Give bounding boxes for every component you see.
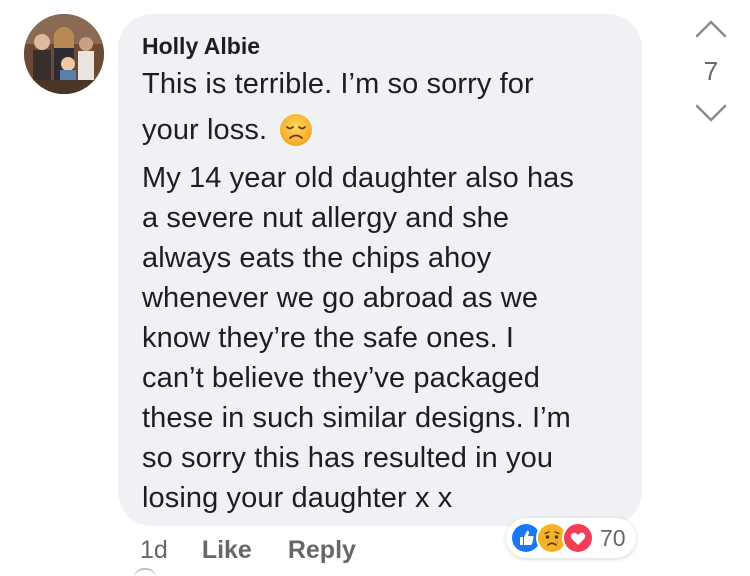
comment-bubble: Holly Albie This is terrible. I’m so sor… bbox=[118, 14, 642, 526]
comment-line: My 14 year old daughter also has bbox=[142, 162, 575, 194]
comment-line: your loss. bbox=[142, 114, 268, 146]
comment-line: whenever we go abroad as we bbox=[142, 282, 539, 314]
reply-button[interactable]: Reply bbox=[288, 536, 356, 565]
vote-count: 7 bbox=[703, 56, 719, 86]
reaction-count: 70 bbox=[600, 524, 626, 551]
like-button[interactable]: Like bbox=[202, 536, 252, 565]
avatar-photo bbox=[24, 14, 104, 94]
comment-author[interactable]: Holly Albie bbox=[142, 32, 618, 60]
upvote-chevron-icon[interactable] bbox=[694, 18, 728, 40]
disappointed-face-emoji bbox=[279, 113, 313, 147]
comment-line: always eats the chips ahoy bbox=[142, 242, 492, 274]
downvote-chevron-icon[interactable] bbox=[694, 102, 728, 124]
reactions-summary[interactable]: 70 bbox=[506, 518, 636, 558]
comment-line: This is terrible. I’m so sorry for bbox=[142, 68, 534, 100]
love-reaction-icon bbox=[562, 522, 594, 554]
comment-line: these in such similar designs. I’m bbox=[142, 402, 571, 434]
comment-line-with-emoji: your loss. bbox=[142, 102, 618, 158]
comment-line: know they’re the safe ones. I bbox=[142, 322, 515, 354]
comment-actions: 1d Like Reply bbox=[140, 530, 356, 570]
comment-line: can’t believe they’ve packaged bbox=[142, 362, 540, 394]
vote-control: 7 bbox=[688, 14, 734, 124]
comment-timestamp[interactable]: 1d bbox=[140, 536, 168, 565]
avatar[interactable] bbox=[24, 14, 104, 94]
comment-line: a severe nut allergy and she bbox=[142, 202, 510, 234]
comment-line: losing your daughter x x bbox=[142, 482, 453, 514]
comment-line: so sorry this has resulted in you bbox=[142, 442, 554, 474]
comment-thread: Holly Albie This is terrible. I’m so sor… bbox=[0, 0, 750, 576]
